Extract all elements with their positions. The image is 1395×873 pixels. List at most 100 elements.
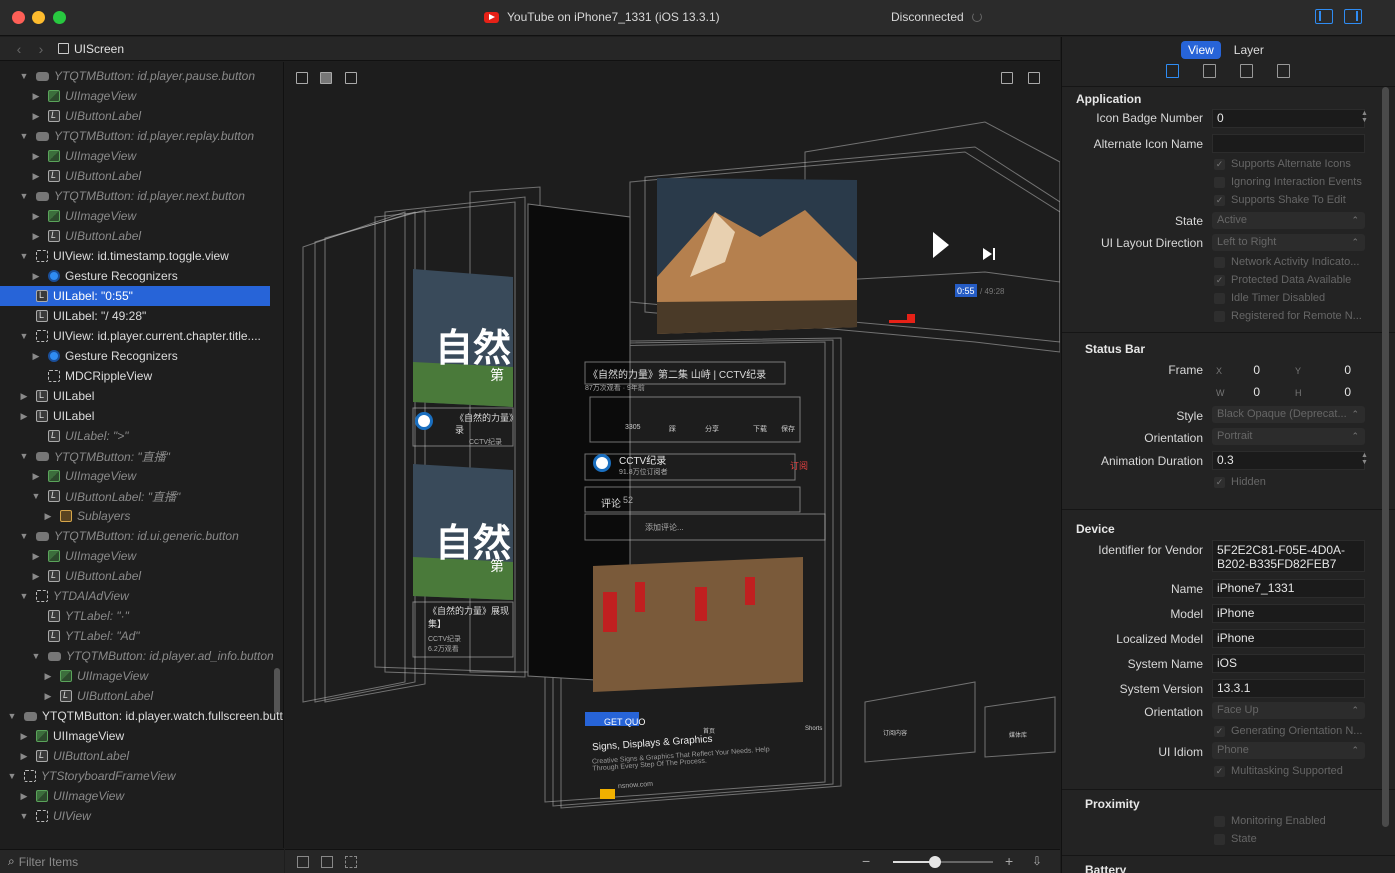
tree-row[interactable]: ▶ Gesture Recognizers <box>0 266 270 286</box>
disclosure-open-icon[interactable]: ▼ <box>30 651 42 661</box>
zoom-slider-thumb[interactable] <box>929 856 941 868</box>
tree-row[interactable]: ▼ YTStoryboardFrameView <box>0 766 270 786</box>
disclosure-open-icon[interactable]: ▼ <box>6 771 18 781</box>
x-value[interactable]: 0 <box>1220 363 1260 377</box>
tree-row[interactable]: YTLabel: "Ad" <box>0 626 270 646</box>
disclosure-closed-icon[interactable]: ▶ <box>30 471 42 482</box>
current-timestamp[interactable]: 0:55 <box>957 286 975 296</box>
tree-row[interactable]: ▶ UIImageView <box>0 726 270 746</box>
h-value[interactable]: 0 <box>1311 385 1351 399</box>
disclosure-closed-icon[interactable]: ▶ <box>18 391 30 402</box>
tree-row[interactable]: ▶ UIButtonLabel <box>0 226 270 246</box>
tree-row[interactable]: ▼ UIView: id.player.current.chapter.title… <box>0 326 270 346</box>
disclosure-closed-icon[interactable]: ▶ <box>30 351 42 362</box>
tree-row[interactable]: ▼ UIButtonLabel: "直播" <box>0 486 270 506</box>
filter-input[interactable] <box>18 852 267 871</box>
disclosure-open-icon[interactable]: ▼ <box>18 531 30 541</box>
localized-model-field[interactable]: iPhone <box>1212 629 1365 648</box>
disclosure-closed-icon[interactable]: ▶ <box>30 551 42 562</box>
model-field[interactable]: iPhone <box>1212 604 1365 623</box>
forward-arrow-icon[interactable]: › <box>30 41 52 57</box>
system-name-field[interactable]: iOS <box>1212 654 1365 673</box>
tree-row[interactable]: ▶ UIImageView <box>0 146 270 166</box>
breadcrumb[interactable]: UIScreen <box>58 42 124 56</box>
disclosure-open-icon[interactable]: ▼ <box>18 71 30 81</box>
disclosure-closed-icon[interactable]: ▶ <box>30 211 42 222</box>
range-icon[interactable] <box>321 855 333 868</box>
tree-row[interactable]: ▼ YTQTMButton: id.player.ad_info.button <box>0 646 274 666</box>
tree-row[interactable]: ▶ UIImageView <box>0 206 270 226</box>
save-label[interactable]: 保存 <box>781 424 795 434</box>
tree-row[interactable]: ▶ UIImageView <box>0 546 270 566</box>
disclosure-closed-icon[interactable]: ▶ <box>30 571 42 582</box>
card-title-1[interactable]: 《自然的力量》 <box>455 411 518 424</box>
tree-row[interactable]: ▼ YTQTMButton: id.player.replay.button <box>0 126 270 146</box>
channel-avatar[interactable] <box>593 454 611 472</box>
like-count[interactable]: 3305 <box>625 424 641 431</box>
device-name-field[interactable]: iPhone7_1331 <box>1212 579 1365 598</box>
disclosure-closed-icon[interactable]: ▶ <box>30 111 42 122</box>
disclosure-open-icon[interactable]: ▼ <box>30 491 42 501</box>
comments-label[interactable]: 评论 <box>601 495 621 510</box>
tree-row[interactable]: YTLabel: "·" <box>0 606 270 626</box>
subscribe-button[interactable]: 订阅 <box>790 459 808 472</box>
share-label[interactable]: 分享 <box>705 424 719 434</box>
icon-badge-stepper[interactable]: ▲ ▼ <box>1360 110 1369 125</box>
disclosure-open-icon[interactable]: ▼ <box>18 811 30 821</box>
zoom-in-icon[interactable]: + <box>1005 853 1013 869</box>
disclosure-closed-icon[interactable]: ▶ <box>42 671 54 682</box>
tree-row[interactable]: ▶ UIButtonLabel <box>0 746 270 766</box>
download-label[interactable]: 下载 <box>753 424 767 434</box>
tree-row[interactable]: ▶ UIImageView <box>0 666 270 686</box>
tree-row[interactable]: ▼ YTDAIAdView <box>0 586 270 606</box>
tree-vertical-scrollbar[interactable] <box>274 668 280 714</box>
disclosure-closed-icon[interactable]: ▶ <box>30 271 42 282</box>
tab-subscriptions[interactable]: 订阅内容 <box>883 728 907 737</box>
tree-row[interactable]: ▶ UIButtonLabel <box>0 106 270 126</box>
channel-name[interactable]: CCTV纪录 <box>619 452 666 467</box>
zoom-out-icon[interactable]: − <box>862 853 870 869</box>
disclosure-closed-icon[interactable]: ▶ <box>30 91 42 102</box>
disclosure-closed-icon[interactable]: ▶ <box>42 511 54 522</box>
minimize-window-button[interactable] <box>32 11 45 24</box>
tree-row[interactable]: UILabel: "/ 49:28" <box>0 306 270 326</box>
tree-row[interactable]: ▼ UIView: id.timestamp.toggle.view <box>0 246 270 266</box>
dislike-label[interactable]: 踩 <box>669 424 676 434</box>
disclosure-closed-icon[interactable]: ▶ <box>18 731 30 742</box>
grid-icon[interactable] <box>1203 64 1216 78</box>
disclosure-closed-icon[interactable]: ▶ <box>18 751 30 762</box>
tree-row[interactable]: ▶ UIImageView <box>0 466 270 486</box>
fit-screen-icon[interactable] <box>297 855 309 868</box>
disclosure-closed-icon[interactable]: ▶ <box>42 691 54 702</box>
inspector-scrollbar[interactable] <box>1382 87 1389 827</box>
disclosure-closed-icon[interactable]: ▶ <box>30 171 42 182</box>
tree-row[interactable]: ▼ YTQTMButton: id.player.watch.fullscreen… <box>0 706 283 726</box>
w-value[interactable]: 0 <box>1220 385 1260 399</box>
vendor-id-field[interactable]: 5F2E2C81-F05E-4D0A-B202-B335FD82FEB7 <box>1212 540 1365 572</box>
card-title-2[interactable]: 《自然的力量》展现 <box>428 604 509 617</box>
tab-layer[interactable]: Layer <box>1227 41 1271 59</box>
tree-row[interactable]: ▶ UIImageView <box>0 786 270 806</box>
disclosure-closed-icon[interactable]: ▶ <box>18 791 30 802</box>
zoom-slider[interactable] <box>893 856 993 868</box>
tree-row[interactable]: ▶ UILabel <box>0 406 270 426</box>
disclosure-open-icon[interactable]: ▼ <box>18 251 30 261</box>
disclosure-open-icon[interactable]: ▼ <box>6 711 18 721</box>
tree-row[interactable]: ▶ UIButtonLabel <box>0 566 270 586</box>
tab-library[interactable]: 媒体库 <box>1009 730 1027 739</box>
toggle-left-panel-icon[interactable] <box>1315 9 1333 24</box>
disclosure-closed-icon[interactable]: ▶ <box>30 151 42 162</box>
disclosure-open-icon[interactable]: ▼ <box>18 191 30 201</box>
tree-row[interactable]: ▶ UIButtonLabel <box>0 686 270 706</box>
zoom-window-button[interactable] <box>53 11 66 24</box>
tab-view[interactable]: View <box>1181 41 1221 59</box>
tree-row[interactable]: MDCRippleView <box>0 366 270 386</box>
document-icon[interactable] <box>1166 64 1179 78</box>
disclosure-closed-icon[interactable]: ▶ <box>30 231 42 242</box>
tree-row[interactable]: ▶ UILabel <box>0 386 270 406</box>
tree-row[interactable]: ▼ UIView <box>0 806 270 826</box>
add-comment-field[interactable]: 添加评论... <box>645 522 684 533</box>
alternate-icon-field[interactable] <box>1212 134 1365 153</box>
disclosure-closed-icon[interactable]: ▶ <box>18 411 30 422</box>
disclosure-open-icon[interactable]: ▼ <box>18 331 30 341</box>
